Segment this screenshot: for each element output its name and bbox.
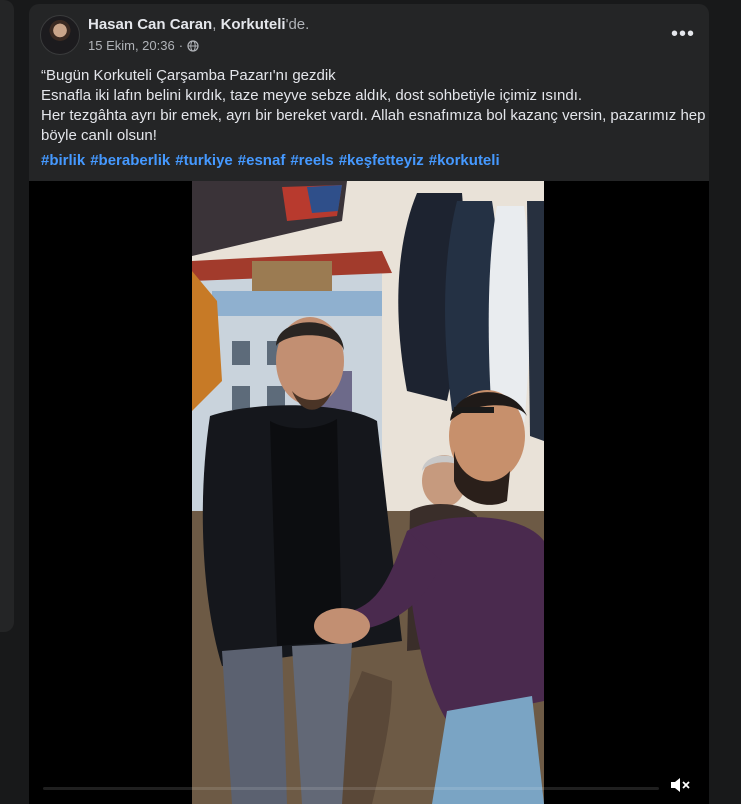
hashtag-link[interactable]: #beraberlik: [90, 152, 170, 169]
place-suffix: 'de.: [285, 16, 310, 33]
hashtag-link[interactable]: #reels: [290, 152, 333, 169]
hashtag-link[interactable]: #korkuteli: [429, 152, 500, 169]
hashtag-link[interactable]: #birlik: [41, 152, 85, 169]
hashtag-link[interactable]: #esnaf: [238, 152, 286, 169]
video-frame: [192, 181, 544, 804]
hashtag-list: #birlik #beraberlik #turkiye #esnaf #ree…: [41, 152, 500, 169]
post-card: Hasan Can Caran, Korkuteli'de. 15 Ekim, …: [29, 4, 709, 804]
video-player[interactable]: [29, 181, 709, 804]
post-meta: 15 Ekim, 20:36 ·: [88, 38, 199, 53]
post-header: Hasan Can Caran, Korkuteli'de. 15 Ekim, …: [29, 4, 709, 64]
post-text: “Bugün Korkuteli Çarşamba Pazarı'nı gezd…: [41, 66, 706, 146]
hashtag-link[interactable]: #keşfetteyiz: [339, 152, 424, 169]
post-text-line: Esnafla iki lafın belini kırdık, taze me…: [41, 87, 583, 104]
meta-dot: ·: [178, 38, 184, 53]
author-line: Hasan Can Caran, Korkuteli'de.: [88, 16, 309, 33]
left-sidebar-panel: [0, 0, 14, 632]
more-options-button[interactable]: •••: [667, 18, 699, 50]
hashtag-link[interactable]: #turkiye: [175, 152, 233, 169]
mute-button[interactable]: [665, 770, 695, 800]
post-text-line: böyle canlı olsun!: [41, 127, 157, 144]
globe-icon[interactable]: [187, 39, 199, 52]
speaker-muted-icon: [671, 778, 690, 792]
video-progress-bar[interactable]: [43, 787, 659, 790]
author-separator: ,: [212, 16, 217, 33]
post-date-link[interactable]: 15 Ekim, 20:36: [88, 38, 175, 53]
video-frame-illustration: [192, 181, 544, 804]
post-text-line: “Bugün Korkuteli Çarşamba Pazarı'nı gezd…: [41, 67, 336, 84]
author-avatar[interactable]: [40, 15, 80, 55]
place-link[interactable]: Korkuteli: [221, 16, 286, 33]
author-name-link[interactable]: Hasan Can Caran: [88, 16, 212, 33]
more-options-icon: •••: [670, 23, 695, 45]
post-text-line: Her tezgâhta ayrı bir emek, ayrı bir ber…: [41, 107, 706, 124]
